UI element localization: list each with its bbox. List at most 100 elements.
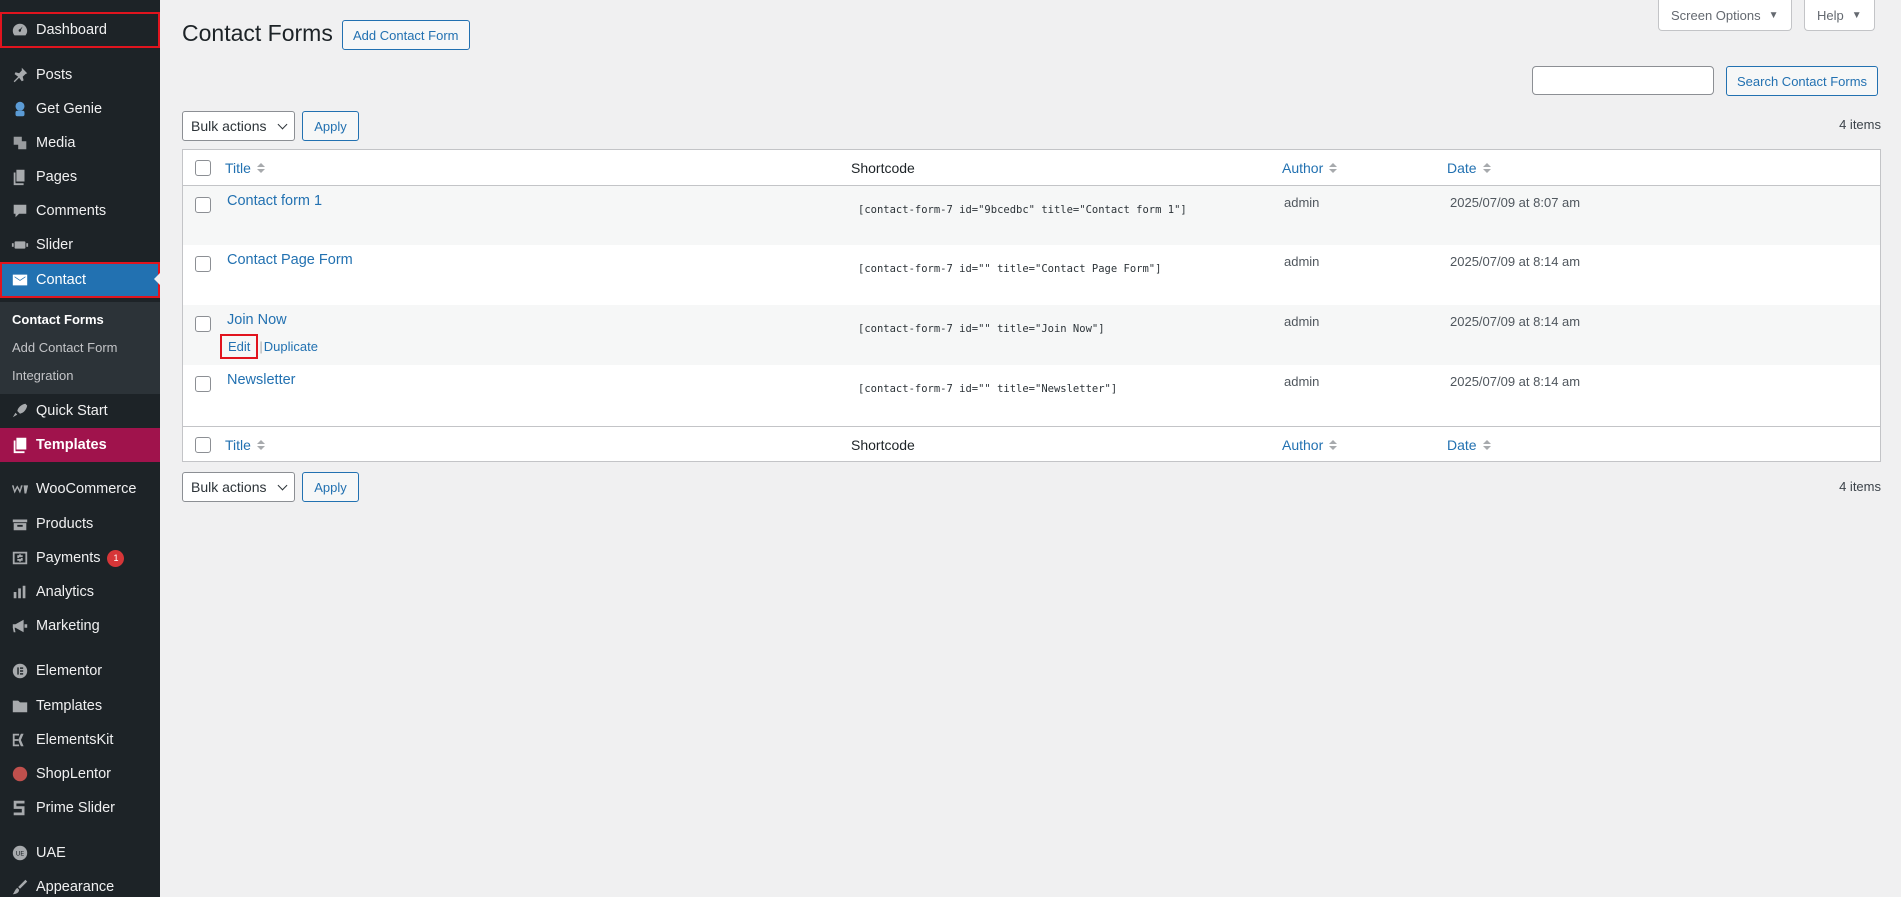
row-checkbox[interactable]: [195, 316, 211, 332]
table-row: Newsletter [contact-form-7 id="" title="…: [183, 365, 1880, 426]
row-checkbox[interactable]: [195, 256, 211, 272]
sidebar-item-products[interactable]: Products: [0, 507, 160, 541]
submenu-add-contact-form[interactable]: Add Contact Form: [12, 340, 118, 355]
submenu-integration[interactable]: Integration: [12, 368, 73, 383]
pin-icon: [10, 65, 30, 85]
sidebar-item-elementskit[interactable]: ElementsKit: [0, 723, 160, 757]
sidebar-item-appearance[interactable]: Appearance: [0, 870, 160, 897]
sidebar-item-elementor[interactable]: Elementor: [0, 654, 160, 688]
help-label: Help: [1817, 7, 1844, 23]
sidebar-item-media[interactable]: Media: [0, 126, 160, 160]
shoplentor-icon: [10, 764, 30, 784]
sidebar-item-dashboard[interactable]: Dashboard: [0, 12, 160, 48]
help-button[interactable]: Help ▼: [1804, 0, 1875, 31]
column-date-footer[interactable]: Date: [1447, 427, 1491, 462]
sidebar-item-label: Get Genie: [36, 101, 103, 117]
sidebar-item-templates[interactable]: Templates: [0, 428, 160, 462]
column-date-header[interactable]: Date: [1447, 150, 1491, 185]
sidebar-item-marketing[interactable]: Marketing: [0, 609, 160, 643]
chevron-down-icon: [277, 119, 288, 130]
items-count-bottom: 4 items: [1839, 479, 1881, 494]
contact-forms-table: Title Shortcode Author Date Contact form…: [182, 149, 1881, 462]
form-title-link[interactable]: Contact Page Form: [227, 252, 353, 268]
shortcode-text: [contact-form-7 id="9bcedbc" title="Cont…: [858, 204, 1187, 216]
woo-icon: [10, 479, 30, 499]
screen-options-button[interactable]: Screen Options ▼: [1658, 0, 1792, 31]
form-title-link[interactable]: Newsletter: [227, 372, 296, 388]
sidebar-item-uae[interactable]: UE UAE: [0, 836, 160, 870]
row-checkbox[interactable]: [195, 197, 211, 213]
row-checkbox[interactable]: [195, 376, 211, 392]
sidebar-item-label: Marketing: [36, 618, 100, 634]
author-text: admin: [1284, 254, 1320, 269]
bulk-actions-select[interactable]: Bulk actions: [182, 111, 295, 141]
sort-icon: [256, 439, 265, 450]
main-content: Contact Forms Add Contact Form Screen Op…: [160, 0, 1901, 897]
column-author-label: Author: [1282, 436, 1324, 453]
sidebar-item-label: WooCommerce: [36, 481, 137, 497]
sidebar-item-woocommerce[interactable]: WooCommerce: [0, 472, 160, 506]
column-shortcode-label: Shortcode: [851, 436, 915, 453]
column-title-label: Title: [225, 436, 251, 453]
sidebar-item-get-genie[interactable]: Get Genie: [0, 92, 160, 126]
edit-link[interactable]: Edit: [220, 334, 259, 359]
items-count: 4 items: [1839, 117, 1881, 132]
select-all-checkbox[interactable]: [195, 160, 211, 176]
column-author-footer[interactable]: Author: [1282, 427, 1338, 462]
elementor-icon: [10, 661, 30, 681]
apply-button[interactable]: Apply: [302, 111, 359, 141]
bulk-actions-label: Bulk actions: [191, 118, 267, 134]
megaphone-icon: [10, 616, 30, 636]
sidebar-item-comments[interactable]: Comments: [0, 194, 160, 228]
chevron-down-icon: [277, 480, 288, 491]
screen-options-label: Screen Options: [1671, 7, 1761, 23]
sidebar-item-label: Pages: [36, 169, 78, 185]
column-author-header[interactable]: Author: [1282, 150, 1338, 185]
sidebar-item-pages[interactable]: Pages: [0, 160, 160, 194]
sidebar-item-posts[interactable]: Posts: [0, 58, 160, 92]
form-title-link[interactable]: Join Now: [227, 312, 287, 328]
sidebar-item-label: UAE: [36, 845, 66, 861]
sidebar-item-label: Analytics: [36, 584, 95, 600]
sidebar-item-label: Posts: [36, 67, 73, 83]
submenu-contact-forms[interactable]: Contact Forms: [12, 312, 104, 327]
column-title-footer[interactable]: Title: [225, 427, 265, 462]
slider-icon: [10, 235, 30, 255]
sidebar-item-label: Media: [36, 135, 76, 151]
column-shortcode-label: Shortcode: [851, 159, 915, 176]
templates-icon: [10, 435, 30, 455]
shortcode-text: [contact-form-7 id="" title="Newsletter"…: [858, 383, 1118, 395]
column-date-label: Date: [1447, 159, 1477, 176]
table-row: Contact Page Form [contact-form-7 id="" …: [183, 245, 1880, 305]
payments-icon: [10, 548, 30, 568]
sidebar-item-label: Slider: [36, 237, 74, 253]
table-row: Join Now Edit | Duplicate [contact-form-…: [183, 305, 1880, 365]
sidebar-item-shoplentor[interactable]: ShopLentor: [0, 757, 160, 791]
search-contact-forms-button[interactable]: Search Contact Forms: [1726, 66, 1879, 96]
sidebar-item-analytics[interactable]: Analytics: [0, 575, 160, 609]
column-title-header[interactable]: Title: [225, 150, 265, 185]
column-shortcode-footer: Shortcode: [851, 427, 915, 462]
column-shortcode-header: Shortcode: [851, 150, 915, 185]
date-text: 2025/07/09 at 8:14 am: [1450, 314, 1581, 329]
bulk-actions-label: Bulk actions: [191, 479, 267, 495]
rocket-icon: [10, 401, 30, 421]
sidebar-item-contact[interactable]: Contact: [0, 262, 160, 298]
sidebar-item-slider[interactable]: Slider: [0, 228, 160, 262]
table-row: Contact form 1 [contact-form-7 id="9bced…: [183, 186, 1880, 245]
bulk-actions-select-bottom[interactable]: Bulk actions: [182, 472, 295, 502]
date-text: 2025/07/09 at 8:07 am: [1450, 195, 1581, 210]
row-actions: Edit | Duplicate: [220, 334, 318, 359]
sidebar-item-payments[interactable]: Payments 1: [0, 541, 160, 575]
duplicate-link[interactable]: Duplicate: [264, 339, 318, 354]
search-input[interactable]: [1532, 66, 1714, 95]
sidebar-item-label: Comments: [36, 203, 107, 219]
select-all-checkbox-footer[interactable]: [195, 437, 211, 453]
sidebar-item-quick-start[interactable]: Quick Start: [0, 394, 160, 428]
sort-icon: [1482, 439, 1491, 450]
sidebar-item-templates-elementor[interactable]: Templates: [0, 689, 160, 723]
form-title-link[interactable]: Contact form 1: [227, 193, 322, 209]
sidebar-item-prime-slider[interactable]: Prime Slider: [0, 791, 160, 825]
add-contact-form-button[interactable]: Add Contact Form: [342, 20, 470, 50]
apply-button-bottom[interactable]: Apply: [302, 472, 359, 502]
